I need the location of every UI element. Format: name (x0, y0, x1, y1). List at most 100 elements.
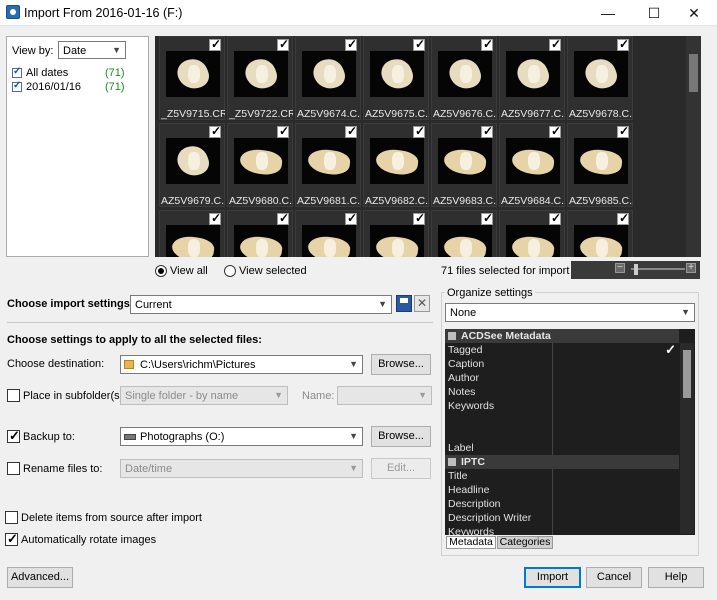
save-settings-icon[interactable] (396, 295, 412, 312)
zoom-handle[interactable] (633, 264, 638, 275)
metadata-row[interactable] (445, 413, 679, 427)
zoom-slider[interactable]: − + (571, 261, 700, 279)
filter-item-date[interactable]: 2016/01/16 (71) (12, 80, 142, 95)
filter-item-all-dates[interactable]: All dates (71) (12, 66, 142, 81)
thumbnail-cell[interactable]: AZ5V9678.C... (567, 36, 633, 120)
metadata-row[interactable]: Headline (445, 483, 679, 497)
cancel-button[interactable]: Cancel (586, 567, 642, 588)
metadata-row[interactable]: Tagged ✓ (445, 342, 679, 358)
thumbnail-checkbox[interactable] (345, 124, 357, 138)
tab-categories[interactable]: Categories (497, 536, 553, 549)
view-by-dropdown[interactable]: Date ▼ (58, 41, 126, 59)
thumbnail-checkbox[interactable] (209, 124, 221, 138)
thumbnail-checkbox[interactable] (549, 124, 561, 138)
filter-checkbox[interactable] (12, 80, 22, 92)
thumbnail-checkbox[interactable] (209, 37, 221, 51)
filter-checkbox[interactable] (12, 66, 22, 78)
thumbnail-cell[interactable] (295, 210, 361, 257)
delete-source-checkbox[interactable] (5, 511, 18, 524)
thumbnail-cell[interactable] (227, 210, 293, 257)
metadata-row[interactable]: Author (445, 371, 679, 385)
metadata-row[interactable]: Title (445, 469, 679, 483)
thumbnail-cell[interactable]: AZ5V9675.C... (363, 36, 429, 120)
thumbnail-checkbox[interactable] (481, 37, 493, 51)
tagged-checkmark-icon[interactable]: ✓ (665, 342, 676, 358)
tab-metadata[interactable]: Metadata (446, 536, 496, 549)
thumbnail-cell[interactable]: AZ5V9683.C... (431, 123, 497, 207)
metadata-row[interactable]: Caption (445, 357, 679, 371)
metadata-section-header[interactable]: ACDSee Metadata (445, 329, 679, 343)
thumbnail-checkbox[interactable] (345, 211, 357, 225)
thumbnail-cell[interactable] (363, 210, 429, 257)
thumbnail-cell[interactable] (431, 210, 497, 257)
metadata-section-header[interactable]: IPTC (445, 455, 679, 469)
help-button[interactable]: Help (648, 567, 704, 588)
delete-settings-icon[interactable]: ✕ (414, 295, 430, 312)
zoom-plus-button[interactable]: + (686, 263, 696, 273)
metadata-scroll-thumb[interactable] (683, 350, 691, 398)
backup-browse-button[interactable]: Browse... (371, 426, 431, 447)
thumbnail-cell[interactable]: AZ5V9674.C... (295, 36, 361, 120)
thumbnail-checkbox[interactable] (413, 37, 425, 51)
rename-dropdown[interactable]: Date/time ▼ (120, 459, 363, 478)
thumbnail-cell[interactable]: _Z5V9722.CR2 (227, 36, 293, 120)
metadata-row[interactable]: Description Writer (445, 511, 679, 525)
metadata-row[interactable]: Keywords (445, 525, 679, 535)
minimize-button[interactable]: — (585, 0, 631, 26)
thumbnail-cell[interactable]: AZ5V9685.C... (567, 123, 633, 207)
view-selected-option[interactable]: View selected (224, 265, 314, 279)
thumbnail-checkbox[interactable] (481, 211, 493, 225)
thumbnail-checkbox[interactable] (209, 211, 221, 225)
thumbnail-checkbox[interactable] (617, 37, 629, 51)
thumbnail-cell[interactable]: AZ5V9676.C... (431, 36, 497, 120)
advanced-button[interactable]: Advanced... (7, 567, 73, 588)
radio-view-selected[interactable] (224, 265, 236, 277)
backup-dropdown[interactable]: Photographs (O:) ▼ (120, 427, 363, 446)
close-button[interactable]: ✕ (671, 0, 717, 26)
zoom-minus-button[interactable]: − (615, 263, 625, 273)
rename-checkbox[interactable] (7, 462, 20, 475)
thumbnail-cell[interactable]: AZ5V9681.C... (295, 123, 361, 207)
thumbnail-checkbox[interactable] (345, 37, 357, 51)
destination-browse-button[interactable]: Browse... (371, 354, 431, 375)
metadata-row[interactable]: Notes (445, 385, 679, 399)
thumbnail-cell[interactable]: _Z5V9715.CR2 (159, 36, 225, 120)
thumbnail-cell[interactable]: AZ5V9682.C... (363, 123, 429, 207)
thumbnail-cell[interactable] (159, 210, 225, 257)
organize-dropdown[interactable]: None ▼ (445, 303, 695, 322)
thumbnail-checkbox[interactable] (277, 124, 289, 138)
rename-edit-button[interactable]: Edit... (371, 458, 431, 479)
thumbnail-cell[interactable]: AZ5V9680.C... (227, 123, 293, 207)
metadata-table[interactable]: ACDSee Metadata Tagged ✓ Caption Author Notes… (445, 329, 695, 535)
thumbnail-cell[interactable] (499, 210, 565, 257)
auto-rotate-checkbox[interactable] (5, 531, 18, 547)
thumbnail-checkbox[interactable] (481, 124, 493, 138)
thumbnail-checkbox[interactable] (617, 124, 629, 138)
metadata-row[interactable]: Keywords (445, 399, 679, 413)
backup-checkbox[interactable] (7, 428, 20, 444)
thumbnail-cell[interactable]: AZ5V9679.C... (159, 123, 225, 207)
thumbnail-cell[interactable]: AZ5V9677.C... (499, 36, 565, 120)
thumbnail-cell[interactable] (567, 210, 633, 257)
collapse-icon[interactable] (448, 332, 456, 340)
import-settings-dropdown[interactable]: Current ▼ (130, 295, 392, 314)
radio-view-all[interactable] (155, 265, 167, 277)
thumbnail-checkbox[interactable] (617, 211, 629, 225)
grid-scroll-thumb[interactable] (689, 54, 698, 92)
subfolder-name-dropdown[interactable]: ▼ (337, 386, 432, 405)
import-button[interactable]: Import (524, 567, 581, 588)
view-all-option[interactable]: View all (155, 265, 225, 279)
thumbnail-checkbox[interactable] (277, 37, 289, 51)
subfolder-checkbox[interactable] (7, 389, 20, 402)
metadata-row[interactable] (445, 427, 679, 441)
destination-dropdown[interactable]: C:\Users\richm\Pictures ▼ (120, 355, 363, 374)
thumbnail-grid[interactable]: _Z5V9715.CR2 _Z5V9722.CR2 AZ5V9674.C... AZ5… (155, 36, 701, 257)
thumbnail-checkbox[interactable] (549, 37, 561, 51)
collapse-icon[interactable] (448, 458, 456, 466)
thumbnail-checkbox[interactable] (277, 211, 289, 225)
subfolder-dropdown[interactable]: Single folder - by name ▼ (120, 386, 288, 405)
thumbnail-checkbox[interactable] (413, 124, 425, 138)
thumbnail-checkbox[interactable] (413, 211, 425, 225)
thumbnail-cell[interactable]: AZ5V9684.C... (499, 123, 565, 207)
metadata-row[interactable]: Label (445, 441, 679, 455)
